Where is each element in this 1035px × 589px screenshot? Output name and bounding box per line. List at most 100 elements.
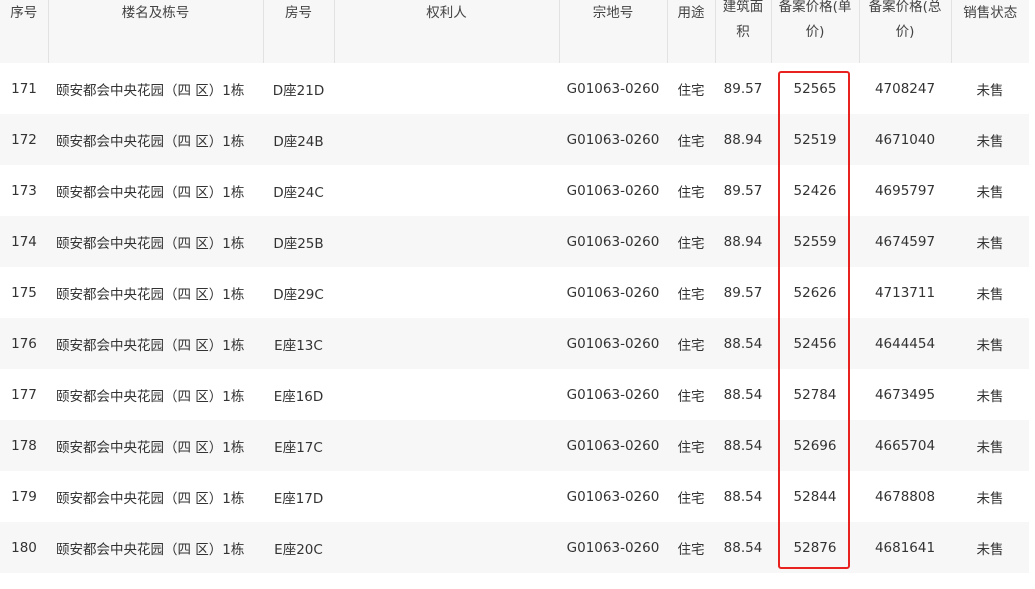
cell-total-price: 4671040 bbox=[859, 114, 951, 165]
cell-seq: 174 bbox=[0, 216, 48, 267]
cell-total-price: 4708247 bbox=[874, 80, 936, 97]
cell-room: D座29C bbox=[273, 286, 324, 303]
table-row[interactable]: 172 颐安都会中央花园（四 区）1栋 D座24B G01063-0260 住宅… bbox=[0, 114, 1029, 165]
cell-area: 88.54 bbox=[715, 318, 771, 369]
cell-area: 89.57 bbox=[723, 80, 763, 97]
cell-seq: 172 bbox=[0, 114, 48, 165]
cell-room: E座17C bbox=[263, 420, 334, 471]
table-header: 序号 楼名及栋号 房号 权利人 宗地号 用途 建筑面 积 备案价格(单 价) 备… bbox=[0, 0, 1029, 63]
cell-status: 未售 bbox=[951, 114, 1029, 165]
cell-total-price: 4681641 bbox=[859, 522, 951, 573]
cell-total-price: 4673495 bbox=[874, 386, 936, 403]
cell-status: 未售 bbox=[976, 184, 1004, 201]
cell-owner bbox=[334, 522, 559, 573]
housing-listing-table: 序号 楼名及栋号 房号 权利人 宗地号 用途 建筑面 积 备案价格(单 价) 备… bbox=[0, 0, 1029, 573]
header-owner[interactable]: 权利人 bbox=[334, 0, 560, 63]
cell-seq: 179 bbox=[11, 488, 37, 505]
cell-unit-price: 52565 bbox=[793, 80, 837, 97]
cell-usage: 住宅 bbox=[677, 286, 705, 303]
cell-unit-price: 52559 bbox=[771, 216, 859, 267]
header-unit-price[interactable]: 备案价格(单 价) bbox=[771, 0, 860, 63]
cell-parcel: G01063-0260 bbox=[566, 182, 660, 199]
cell-parcel: G01063-0260 bbox=[566, 284, 660, 301]
cell-usage: 住宅 bbox=[677, 388, 705, 405]
cell-building: 颐安都会中央花园（四 区）1栋 bbox=[48, 522, 263, 573]
table-row[interactable]: 173 颐安都会中央花园（四 区）1栋 D座24C G01063-0260 住宅… bbox=[0, 165, 1029, 216]
header-row: 序号 楼名及栋号 房号 权利人 宗地号 用途 建筑面 积 备案价格(单 价) 备… bbox=[0, 0, 1029, 63]
cell-area: 88.54 bbox=[715, 522, 771, 573]
table-row[interactable]: 174 颐安都会中央花园（四 区）1栋 D座25B G01063-0260 住宅… bbox=[0, 216, 1029, 267]
table-row[interactable]: 178 颐安都会中央花园（四 区）1栋 E座17C G01063-0260 住宅… bbox=[0, 420, 1029, 471]
table-row[interactable]: 175 颐安都会中央花园（四 区）1栋 D座29C G01063-0260 住宅… bbox=[0, 267, 1029, 318]
cell-unit-price: 52784 bbox=[793, 386, 837, 403]
header-area[interactable]: 建筑面 积 bbox=[715, 0, 772, 63]
cell-parcel: G01063-0260 bbox=[559, 318, 667, 369]
header-usage[interactable]: 用途 bbox=[667, 0, 716, 63]
header-room[interactable]: 房号 bbox=[263, 0, 335, 63]
cell-building: 颐安都会中央花园（四 区）1栋 bbox=[56, 82, 245, 99]
cell-room: D座24C bbox=[273, 184, 324, 201]
header-total-price[interactable]: 备案价格(总 价) bbox=[859, 0, 952, 63]
cell-building: 颐安都会中央花园（四 区）1栋 bbox=[48, 216, 263, 267]
cell-usage: 住宅 bbox=[667, 318, 715, 369]
cell-status: 未售 bbox=[951, 318, 1029, 369]
cell-unit-price: 52696 bbox=[771, 420, 859, 471]
cell-seq: 171 bbox=[11, 80, 37, 97]
cell-status: 未售 bbox=[951, 216, 1029, 267]
header-parcel[interactable]: 宗地号 bbox=[559, 0, 668, 63]
cell-seq: 175 bbox=[11, 284, 37, 301]
cell-usage: 住宅 bbox=[667, 420, 715, 471]
cell-area: 88.54 bbox=[723, 488, 763, 505]
cell-usage: 住宅 bbox=[667, 114, 715, 165]
cell-owner bbox=[334, 420, 559, 471]
cell-usage: 住宅 bbox=[677, 82, 705, 99]
cell-owner bbox=[334, 63, 559, 114]
table-row[interactable]: 179 颐安都会中央花园（四 区）1栋 E座17D G01063-0260 住宅… bbox=[0, 471, 1029, 522]
cell-total-price: 4678808 bbox=[874, 488, 936, 505]
cell-total-price: 4713711 bbox=[874, 284, 936, 301]
cell-room: D座24B bbox=[263, 114, 334, 165]
table-row[interactable]: 176 颐安都会中央花园（四 区）1栋 E座13C G01063-0260 住宅… bbox=[0, 318, 1029, 369]
cell-building: 颐安都会中央花园（四 区）1栋 bbox=[48, 420, 263, 471]
cell-unit-price: 52626 bbox=[793, 284, 837, 301]
cell-owner bbox=[334, 318, 559, 369]
cell-building: 颐安都会中央花园（四 区）1栋 bbox=[56, 286, 245, 303]
cell-building: 颐安都会中央花园（四 区）1栋 bbox=[48, 114, 263, 165]
cell-room: E座16D bbox=[273, 388, 324, 405]
cell-room: D座21D bbox=[272, 82, 325, 99]
cell-owner bbox=[334, 216, 559, 267]
cell-owner bbox=[334, 471, 559, 522]
cell-total-price: 4644454 bbox=[859, 318, 951, 369]
cell-seq: 176 bbox=[0, 318, 48, 369]
cell-parcel: G01063-0260 bbox=[566, 386, 660, 403]
cell-area: 89.57 bbox=[723, 284, 763, 301]
cell-status: 未售 bbox=[976, 286, 1004, 303]
cell-total-price: 4695797 bbox=[874, 182, 936, 199]
cell-room: D座25B bbox=[263, 216, 334, 267]
cell-area: 88.94 bbox=[715, 114, 771, 165]
table-row[interactable]: 177 颐安都会中央花园（四 区）1栋 E座16D G01063-0260 住宅… bbox=[0, 369, 1029, 420]
table-row[interactable]: 180 颐安都会中央花园（四 区）1栋 E座20C G01063-0260 住宅… bbox=[0, 522, 1029, 573]
cell-total-price: 4674597 bbox=[859, 216, 951, 267]
cell-parcel: G01063-0260 bbox=[559, 420, 667, 471]
cell-building: 颐安都会中央花园（四 区）1栋 bbox=[56, 490, 245, 507]
cell-building: 颐安都会中央花园（四 区）1栋 bbox=[56, 184, 245, 201]
cell-building: 颐安都会中央花园（四 区）1栋 bbox=[48, 318, 263, 369]
cell-unit-price: 52426 bbox=[793, 182, 837, 199]
cell-usage: 住宅 bbox=[677, 490, 705, 507]
header-status[interactable]: 销售状态 bbox=[951, 0, 1029, 63]
cell-usage: 住宅 bbox=[667, 522, 715, 573]
cell-status: 未售 bbox=[976, 490, 1004, 507]
cell-building: 颐安都会中央花园（四 区）1栋 bbox=[56, 388, 245, 405]
cell-seq: 173 bbox=[11, 182, 37, 199]
header-seq[interactable]: 序号 bbox=[0, 0, 49, 63]
table-row[interactable]: 171 颐安都会中央花园（四 区）1栋 D座21D G01063-0260 住宅… bbox=[0, 63, 1029, 114]
cell-unit-price: 52876 bbox=[771, 522, 859, 573]
cell-usage: 住宅 bbox=[667, 216, 715, 267]
cell-room: E座17D bbox=[273, 490, 324, 507]
cell-owner bbox=[334, 267, 559, 318]
cell-unit-price: 52456 bbox=[771, 318, 859, 369]
cell-status: 未售 bbox=[976, 82, 1004, 99]
header-building[interactable]: 楼名及栋号 bbox=[48, 0, 264, 63]
cell-status: 未售 bbox=[951, 420, 1029, 471]
